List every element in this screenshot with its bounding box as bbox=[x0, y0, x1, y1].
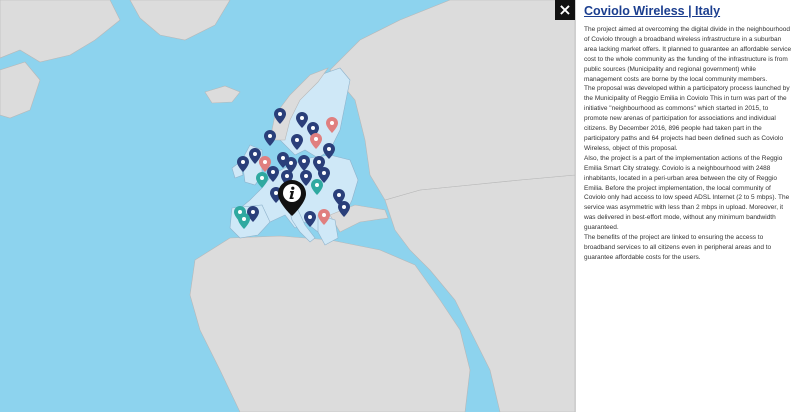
close-button[interactable]: × bbox=[555, 0, 575, 20]
map-pin-icon[interactable] bbox=[318, 209, 330, 225]
map-pin-icon[interactable] bbox=[311, 179, 323, 195]
description-paragraph: The benefits of the project are linked t… bbox=[584, 234, 772, 261]
info-icon[interactable] bbox=[278, 180, 306, 216]
detail-panel: Coviolo Wireless | Italy The project aim… bbox=[575, 0, 800, 412]
map-pin-icon[interactable] bbox=[264, 130, 276, 146]
map-pin-icon[interactable] bbox=[310, 133, 322, 149]
map-view[interactable] bbox=[0, 0, 575, 412]
panel-description: The project aimed at overcoming the digi… bbox=[584, 25, 793, 263]
panel-title[interactable]: Coviolo Wireless | Italy bbox=[584, 4, 720, 18]
map-pin-icon[interactable] bbox=[326, 117, 338, 133]
map-pin-icon[interactable] bbox=[256, 172, 268, 188]
description-paragraph: Also, the project is a part of the imple… bbox=[584, 154, 790, 232]
map-pin-icon[interactable] bbox=[291, 134, 303, 150]
map-pin-icon[interactable] bbox=[298, 155, 310, 171]
map-pin-icon[interactable] bbox=[237, 156, 249, 172]
description-paragraph: The proposal was developed within a part… bbox=[584, 85, 790, 152]
map-pin-icon[interactable] bbox=[238, 213, 250, 229]
map-pin-icon[interactable] bbox=[338, 201, 350, 217]
map-pin-icon[interactable] bbox=[274, 108, 286, 124]
description-paragraph: The project aimed at overcoming the digi… bbox=[584, 26, 792, 83]
